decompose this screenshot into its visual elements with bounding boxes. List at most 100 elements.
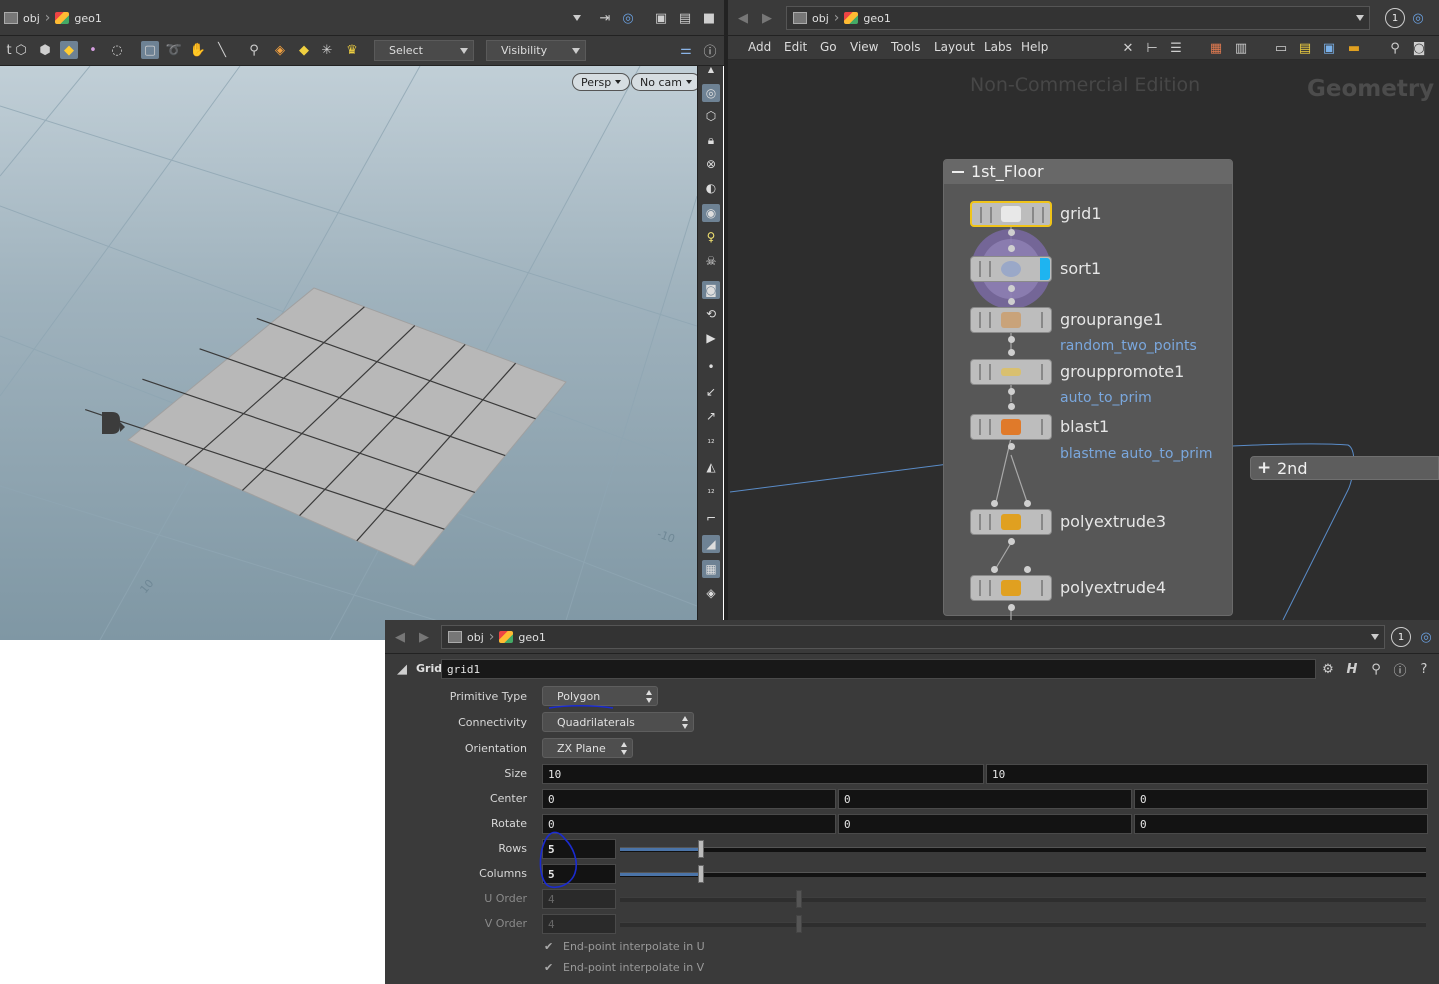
- desktop-number-button[interactable]: 1: [1391, 627, 1411, 647]
- bulb-icon[interactable]: ♀: [702, 228, 720, 246]
- 3d-viewport[interactable]: -10 10: [0, 66, 697, 640]
- menu-go[interactable]: Go: [820, 40, 837, 54]
- size-x-field[interactable]: 10: [542, 764, 984, 784]
- node-blast1[interactable]: [970, 414, 1052, 440]
- node-display-flag[interactable]: [1042, 207, 1044, 223]
- rotate-x-field[interactable]: 0: [542, 814, 836, 834]
- node-input-dot[interactable]: [1024, 566, 1031, 573]
- viewport-layout-icon[interactable]: ▣: [652, 9, 670, 27]
- node-grid1[interactable]: [970, 201, 1052, 227]
- paint-select-icon[interactable]: ✋: [189, 41, 207, 59]
- node-input-dot[interactable]: [991, 566, 998, 573]
- point-numbers-icon[interactable]: ₁₂: [702, 432, 720, 450]
- endpoint-u-checkbox[interactable]: ✔: [544, 940, 553, 953]
- connectivity-menu[interactable]: Quadrilaterals: [542, 712, 694, 732]
- node-output-dot[interactable]: [1008, 229, 1015, 236]
- select-mode-dropdown[interactable]: Select: [374, 40, 474, 61]
- tool-points-icon[interactable]: ◆: [60, 41, 78, 59]
- crumb-obj[interactable]: obj: [812, 12, 829, 25]
- select-edges-icon[interactable]: ✳: [318, 41, 336, 59]
- color-palette-icon[interactable]: ▦: [1207, 39, 1225, 57]
- center-x-field[interactable]: 0: [542, 789, 836, 809]
- snippet-icon[interactable]: ▬: [1345, 39, 1363, 57]
- node-bypass-flag[interactable]: [979, 364, 981, 380]
- tree-view-icon[interactable]: ⊢: [1143, 39, 1161, 57]
- prim-numbers-icon[interactable]: ₁₂: [702, 482, 720, 500]
- node-polyextrude4[interactable]: [970, 575, 1052, 601]
- flip-icon[interactable]: ⟲: [702, 305, 720, 323]
- node-output-dot[interactable]: [1008, 538, 1015, 545]
- scene-path-dropdown[interactable]: [480, 8, 586, 28]
- network-box-icon[interactable]: ▭: [1272, 39, 1290, 57]
- node-lock-flag[interactable]: [989, 312, 991, 328]
- crumb-geo1[interactable]: geo1: [518, 631, 545, 644]
- tool-dot-icon[interactable]: •: [84, 41, 102, 59]
- select-groups-icon[interactable]: ◆: [295, 41, 313, 59]
- rotate-y-field[interactable]: 0: [838, 814, 1132, 834]
- select-secure-icon[interactable]: ♛: [343, 41, 361, 59]
- menu-edit[interactable]: Edit: [784, 40, 807, 54]
- gear-icon[interactable]: ⚙: [1319, 660, 1337, 678]
- endpoint-v-checkbox[interactable]: ✔: [544, 961, 553, 974]
- param-path-field[interactable]: obj › geo1: [441, 625, 1385, 649]
- tool-cluster-icon[interactable]: ⬡: [12, 41, 30, 59]
- node-lock-flag[interactable]: [989, 364, 991, 380]
- node-display-flag[interactable]: [1041, 364, 1043, 380]
- camera-snapshot-icon[interactable]: ◙: [1410, 39, 1428, 57]
- sticky-note-icon[interactable]: ▤: [1296, 39, 1314, 57]
- info-icon[interactable]: ⓘ: [1391, 660, 1409, 679]
- node-display-flag[interactable]: [1041, 419, 1043, 435]
- tool-ring-icon[interactable]: ◌: [108, 41, 126, 59]
- node-bypass-flag[interactable]: [979, 312, 981, 328]
- node-grouppromote1[interactable]: [970, 359, 1052, 385]
- crumb-geo1[interactable]: geo1: [863, 12, 890, 25]
- columns-slider[interactable]: [620, 872, 1426, 877]
- node-output-dot[interactable]: [1008, 604, 1015, 611]
- help-icon[interactable]: ⓘ: [701, 41, 719, 60]
- wrench-icon[interactable]: ✕: [1119, 39, 1137, 57]
- camera-view-icon[interactable]: ▶: [702, 329, 720, 347]
- display-options-icon[interactable]: ⚌: [677, 41, 695, 59]
- node-bypass-flag[interactable]: [979, 261, 981, 277]
- tool-object-icon[interactable]: ⬢: [36, 41, 54, 59]
- node-polyextrude3[interactable]: [970, 509, 1052, 535]
- node-output-dot[interactable]: [1008, 388, 1015, 395]
- vector-display-icon[interactable]: ↗: [702, 407, 720, 425]
- template-display-icon[interactable]: ⬡: [702, 107, 720, 125]
- help-h-icon[interactable]: H: [1343, 660, 1361, 678]
- camera-icon[interactable]: ▤: [676, 9, 694, 27]
- node-bypass-flag[interactable]: [979, 514, 981, 530]
- prim-display-icon[interactable]: ◭: [702, 458, 720, 476]
- rotate-z-field[interactable]: 0: [1134, 814, 1428, 834]
- node-input-dot[interactable]: [1008, 245, 1015, 252]
- node-bypass-flag[interactable]: [980, 207, 982, 223]
- network-path-field[interactable]: obj › geo1: [786, 6, 1370, 30]
- point-display-icon[interactable]: •: [702, 358, 720, 376]
- pin-icon[interactable]: ⇥: [596, 9, 614, 27]
- crumb-geo1[interactable]: geo1: [74, 12, 101, 25]
- help-icon[interactable]: ?: [1415, 660, 1433, 678]
- skeleton-icon[interactable]: ☠︎: [702, 252, 720, 270]
- node-output-dot[interactable]: [1008, 285, 1015, 292]
- network-editor[interactable]: Non-Commercial Edition Geometry 1st_Floo…: [728, 60, 1439, 620]
- shape-palette-icon[interactable]: ▥: [1232, 39, 1250, 57]
- select-connected-icon[interactable]: ◈: [271, 41, 289, 59]
- snapping-icon[interactable]: ⊗: [702, 155, 720, 173]
- node-output-dot[interactable]: [1008, 336, 1015, 343]
- backface-icon[interactable]: ◢: [702, 535, 720, 553]
- display-flag-icon[interactable]: [1040, 258, 1050, 280]
- center-z-field[interactable]: 0: [1134, 789, 1428, 809]
- forward-arrow-icon[interactable]: ▶: [415, 628, 433, 646]
- node-display-flag[interactable]: [1041, 580, 1043, 596]
- perspective-menu[interactable]: Persp: [572, 73, 631, 91]
- crumb-obj[interactable]: obj: [23, 12, 40, 25]
- search-icon[interactable]: ⚲: [1367, 660, 1385, 678]
- shading-icon[interactable]: ◐: [702, 179, 720, 197]
- node-lock-flag[interactable]: [989, 514, 991, 530]
- back-arrow-icon[interactable]: ◀: [734, 9, 752, 27]
- light-icon[interactable]: ◉: [702, 204, 720, 222]
- normal-display-icon[interactable]: ↙: [702, 383, 720, 401]
- rows-slider[interactable]: [620, 847, 1426, 852]
- node-lock-flag[interactable]: [989, 580, 991, 596]
- desktop-number-button[interactable]: 1: [1385, 8, 1405, 28]
